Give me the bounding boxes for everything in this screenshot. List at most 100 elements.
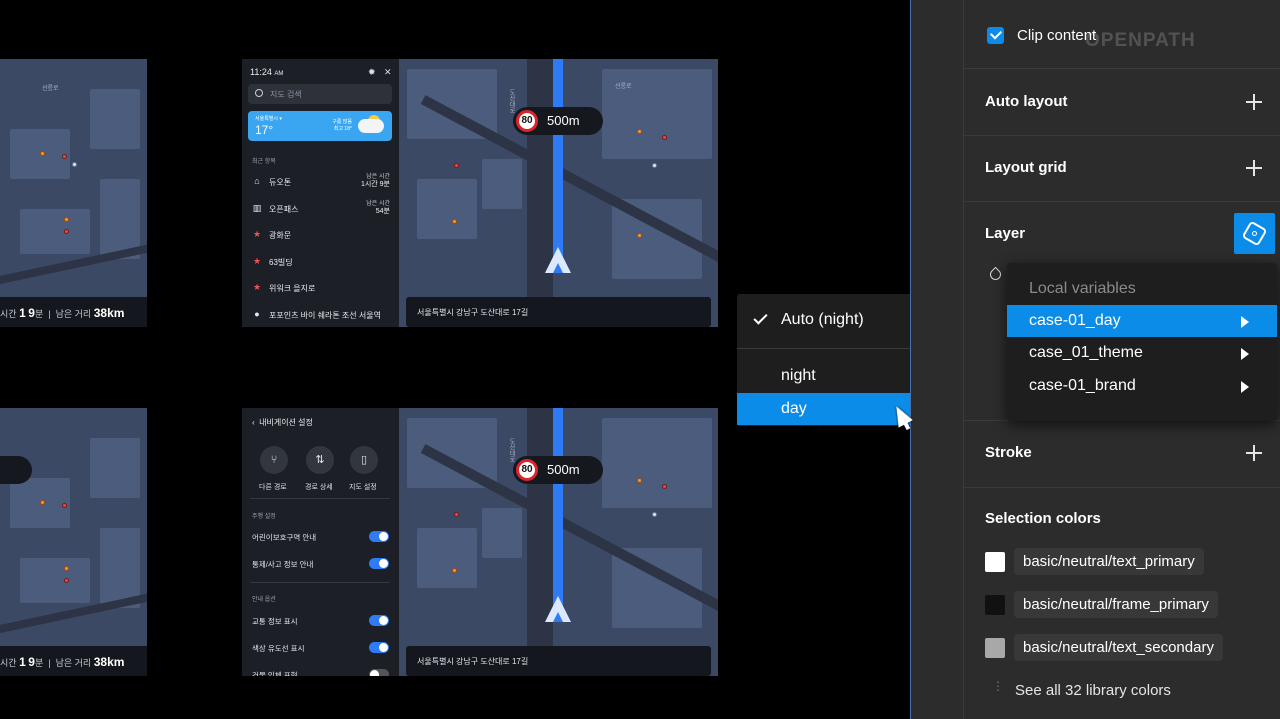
map-search-input[interactable]: 지도 검색 [248,84,392,104]
poi-marker [662,484,667,489]
remaining-distance: 38km [93,306,125,320]
apply-variable-mode-button[interactable] [1234,213,1275,254]
drag-handle-icon: ⋮ [992,679,1004,693]
setting-toggle[interactable] [369,615,389,626]
settings-title: ‹ 내비게이션 설정 [252,418,313,427]
navigation-arrow-icon [545,596,571,622]
see-all-library-colors-link[interactable]: See all 32 library colors [1015,682,1171,699]
eta-unit-min: 분 [34,658,44,668]
menu-item-case-01-brand[interactable]: case-01_brand [1007,370,1277,402]
recent-item[interactable]: ● 포포인츠 바이 쉐라톤 조선 서울역 [252,308,390,324]
map-settings-icon[interactable]: ▯ [350,446,378,474]
setting-label: 교통 정보 표시 [252,617,298,626]
divider [250,498,390,499]
menu-item-label: case-01_day [1029,312,1121,329]
map-frame-left-top[interactable]: 선릉로 시간 시간 1시간 9분 | 남은 거리 38km [0,59,147,327]
weather-card[interactable]: 서울특별시 ▾ 17° 구름 많음 최고 18° [248,111,392,141]
section-divider [964,487,1280,488]
setting-toggle[interactable] [369,531,389,542]
setting-toggle[interactable] [369,558,389,569]
menu-item-label: day [781,400,807,417]
color-style-frame-primary[interactable]: basic/neutral/frame_primary [1014,591,1218,618]
setting-toggle[interactable] [369,669,389,676]
recent-item[interactable]: ▥ 오픈패스 남은 시간 54분 [252,200,390,218]
action-label: 다른 경로 [259,484,287,491]
layout-grid-title: Layout grid [985,159,1067,176]
speed-limit-sign: 80 [516,459,538,481]
route-detail-icon[interactable]: ⇅ [306,446,334,474]
recent-item-label: 63빌딩 [269,257,293,267]
submenu-arrow-icon [1241,381,1249,393]
section-divider [964,135,1280,136]
star-icon: ★ [252,282,262,292]
setting-toggle[interactable] [369,642,389,653]
eta-bar: 시간 1 9분 | 남은 거리 38km [0,646,147,676]
check-icon [753,310,768,325]
eta-bar: 시간 시간 1시간 9분 | 남은 거리 38km [0,297,147,327]
eta-minutes: 9 [28,655,35,669]
add-stroke-icon[interactable] [1246,445,1262,461]
poi-marker [64,578,69,583]
local-variables-menu: Local variables case-01_day case_01_them… [1007,263,1277,421]
poi-marker [40,500,45,505]
star-icon: ★ [252,229,262,239]
gear-icon[interactable]: ✹ [368,67,376,78]
distance-pill [0,456,32,484]
building-icon: ▥ [252,202,262,213]
remaining-time: 남은 시간 54분 [366,200,390,215]
section-divider [964,68,1280,69]
remaining-time: 남은 시간 1시간 9분 [360,174,390,188]
color-swatch-text-secondary[interactable] [985,638,1005,658]
map-frame-main-top[interactable]: 선릉로 도산대로 11:24 AM ✹ ✕ 지도 검색 서울특별시 ▾ 17° … [242,59,718,327]
add-auto-layout-icon[interactable] [1246,94,1262,110]
driving-section-label: 주행 설정 [252,514,276,520]
map-frame-left-bottom[interactable]: 시간 1 9분 | 남은 거리 38km [0,408,147,676]
map-block [482,159,522,209]
address-bar: 서울특별시 강남구 도산대로 17길 [406,646,711,676]
color-style-text-primary[interactable]: basic/neutral/text_primary [1014,548,1204,575]
street-label-vertical: 도산대로 [508,438,514,462]
navigation-home-panel: 11:24 AM ✹ ✕ 지도 검색 서울특별시 ▾ 17° 구름 많음 최고 1… [242,59,399,327]
section-divider [964,201,1280,202]
menu-item-label: case-01_brand [1029,377,1136,394]
poi-marker [64,217,69,222]
menu-item-case-01-theme[interactable]: case_01_theme [1007,337,1277,369]
clip-content-checkbox[interactable] [987,27,1004,44]
submenu-arrow-icon [1241,316,1249,328]
color-style-text-secondary[interactable]: basic/neutral/text_secondary [1014,634,1223,661]
map-block [90,89,140,149]
poi-marker [452,568,457,573]
eta-unit-hour: 시간 [0,658,17,668]
navigation-settings-panel: ‹ 내비게이션 설정 ⑂ 다른 경로 ⇅ 경로 상세 ▯ 지도 설정 주행 설정 어린이보… [242,408,399,676]
status-time: 11:24 AM [250,67,284,77]
pin-icon: ● [254,308,260,319]
recent-item-label: 광화문 [269,231,292,240]
menu-item-case-01-day[interactable]: case-01_day [1007,305,1277,337]
recent-item[interactable]: ⌂ 듀오톤 남은 시간 1시간 9분 [252,174,390,191]
menu-item-label: Auto (night) [781,311,864,328]
poi-marker [454,163,459,168]
search-placeholder: 지도 검색 [270,90,302,99]
close-icon[interactable]: ✕ [384,67,392,78]
speed-distance-pill: 80 500m [513,107,603,135]
add-layout-grid-icon[interactable] [1246,160,1262,176]
poi-marker [64,566,69,571]
recent-item-label: 듀오톤 [269,178,292,187]
recent-item[interactable]: ★ 위워크 을지로 [252,281,390,297]
color-swatch-frame-primary[interactable] [985,595,1005,615]
setting-label: 통제/사고 정보 안내 [252,560,314,569]
remaining-distance-label: 남은 거리 [55,658,92,668]
eta-hours: 1 [19,306,26,320]
map-block [90,438,140,498]
next-turn-distance: 500m [547,462,580,477]
eta-unit-min: 분 [34,309,44,319]
action-label: 지도 설정 [349,484,377,491]
route-alt-icon[interactable]: ⑂ [260,446,288,474]
map-road [527,59,553,327]
map-frame-main-bottom[interactable]: 도산대로 ‹ 내비게이션 설정 ⑂ 다른 경로 ⇅ 경로 상세 ▯ 지도 설정 주행 설정… [242,408,718,676]
speed-distance-pill: 80 500m [513,456,603,484]
recent-item[interactable]: ★ 광화문 [252,228,390,244]
color-swatch-text-primary[interactable] [985,552,1005,572]
menu-header: Local variables [1029,280,1136,297]
recent-item[interactable]: ★ 63빌딩 [252,255,390,271]
